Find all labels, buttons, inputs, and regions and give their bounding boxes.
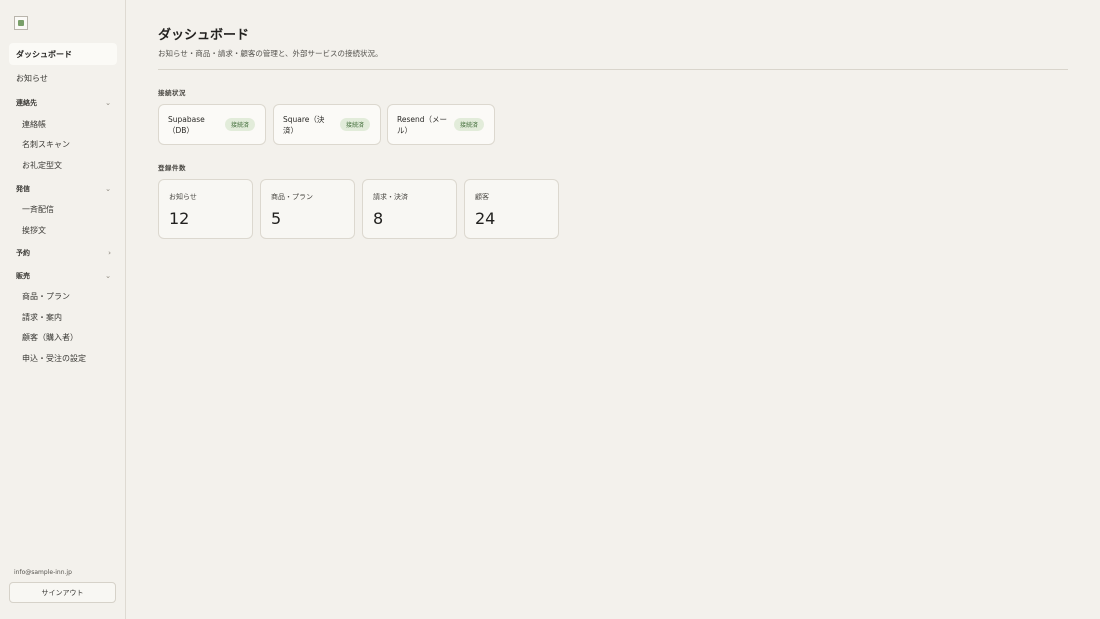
- stat-card-customers[interactable]: 顧客 24: [464, 179, 559, 239]
- status-badge: 接続済: [453, 118, 484, 131]
- status-badge: 接続済: [339, 118, 370, 131]
- connection-name: Resend（メール）: [397, 114, 448, 135]
- connection-section-label: 接続状況: [158, 89, 186, 97]
- sidebar-group-label: 連絡先: [16, 99, 37, 107]
- connection-card-square: Square（決済） 接続済: [273, 104, 381, 145]
- signout-button[interactable]: サインアウト: [9, 582, 116, 603]
- stat-label: お知らせ: [169, 193, 197, 201]
- stat-card-products[interactable]: 商品・プラン 5: [260, 179, 355, 239]
- connection-name: Supabase（DB）: [168, 114, 205, 135]
- chevron-right-icon: ›: [108, 248, 111, 257]
- logo-icon[interactable]: [14, 16, 28, 30]
- stat-value: 5: [271, 209, 282, 228]
- chevron-down-icon: ⌄: [105, 271, 111, 280]
- sidebar-item-products[interactable]: 商品・プラン: [9, 287, 117, 308]
- stat-value: 24: [475, 209, 496, 228]
- sidebar-item-dashboard[interactable]: ダッシュボード: [9, 43, 117, 65]
- status-badge: 接続済: [224, 118, 255, 131]
- page-title: ダッシュボード: [158, 28, 250, 43]
- main-content: ダッシュボード お知らせ・商品・請求・顧客の管理と、外部サービスの接続状況。 接…: [126, 0, 1100, 619]
- divider: [158, 69, 1068, 70]
- sidebar-item-thanks-template[interactable]: お礼定型文: [9, 155, 117, 176]
- sidebar-item-address-book[interactable]: 連絡帳: [9, 114, 117, 135]
- app-shell: ダッシュボード お知らせ 連絡先 ⌄ 連絡帳 名刺スキャン お礼定型文 発信 ⌄…: [0, 0, 1100, 619]
- sidebar-item-customers[interactable]: 顧客（購入者）: [9, 328, 117, 349]
- user-email: info@sample-inn.jp: [14, 569, 72, 576]
- sidebar-group-label: 予約: [16, 248, 30, 257]
- sidebar-item-invoices[interactable]: 請求・案内: [9, 307, 117, 328]
- sidebar-group-label: 発信: [16, 184, 30, 193]
- counts-section-label: 登録件数: [158, 164, 186, 172]
- stat-label: 請求・決済: [373, 193, 408, 201]
- sidebar-group-contacts[interactable]: 連絡先 ⌄: [9, 92, 117, 114]
- sidebar-item-broadcast[interactable]: 一斉配信: [9, 200, 117, 221]
- chevron-down-icon: ⌄: [105, 99, 111, 107]
- stat-label: 顧客: [475, 193, 489, 201]
- sidebar-item-news[interactable]: お知らせ: [9, 67, 117, 89]
- sidebar-item-order-settings[interactable]: 申込・受注の設定: [9, 348, 117, 369]
- sidebar-group-sending[interactable]: 発信 ⌄: [9, 178, 117, 200]
- stat-card-invoices[interactable]: 請求・決済 8: [362, 179, 457, 239]
- sidebar-nav: ダッシュボード お知らせ 連絡先 ⌄ 連絡帳 名刺スキャン お礼定型文 発信 ⌄…: [0, 43, 126, 369]
- sidebar-group-booking[interactable]: 予約 ›: [9, 242, 117, 264]
- sidebar-item-greeting[interactable]: 挨拶文: [9, 220, 117, 241]
- connection-name: Square（決済）: [283, 114, 325, 135]
- stat-value: 12: [169, 209, 190, 228]
- connection-card-resend: Resend（メール） 接続済: [387, 104, 495, 145]
- sidebar-group-sales[interactable]: 販売 ⌄: [9, 265, 117, 287]
- sidebar-item-card-scan[interactable]: 名刺スキャン: [9, 135, 117, 156]
- page-subtitle: お知らせ・商品・請求・顧客の管理と、外部サービスの接続状況。: [158, 49, 383, 58]
- stat-value: 8: [373, 209, 384, 228]
- connection-card-supabase: Supabase（DB） 接続済: [158, 104, 266, 145]
- stat-label: 商品・プラン: [271, 193, 313, 201]
- sidebar: ダッシュボード お知らせ 連絡先 ⌄ 連絡帳 名刺スキャン お礼定型文 発信 ⌄…: [0, 0, 126, 619]
- chevron-down-icon: ⌄: [105, 184, 111, 193]
- sidebar-group-label: 販売: [16, 271, 30, 280]
- stat-card-news[interactable]: お知らせ 12: [158, 179, 253, 239]
